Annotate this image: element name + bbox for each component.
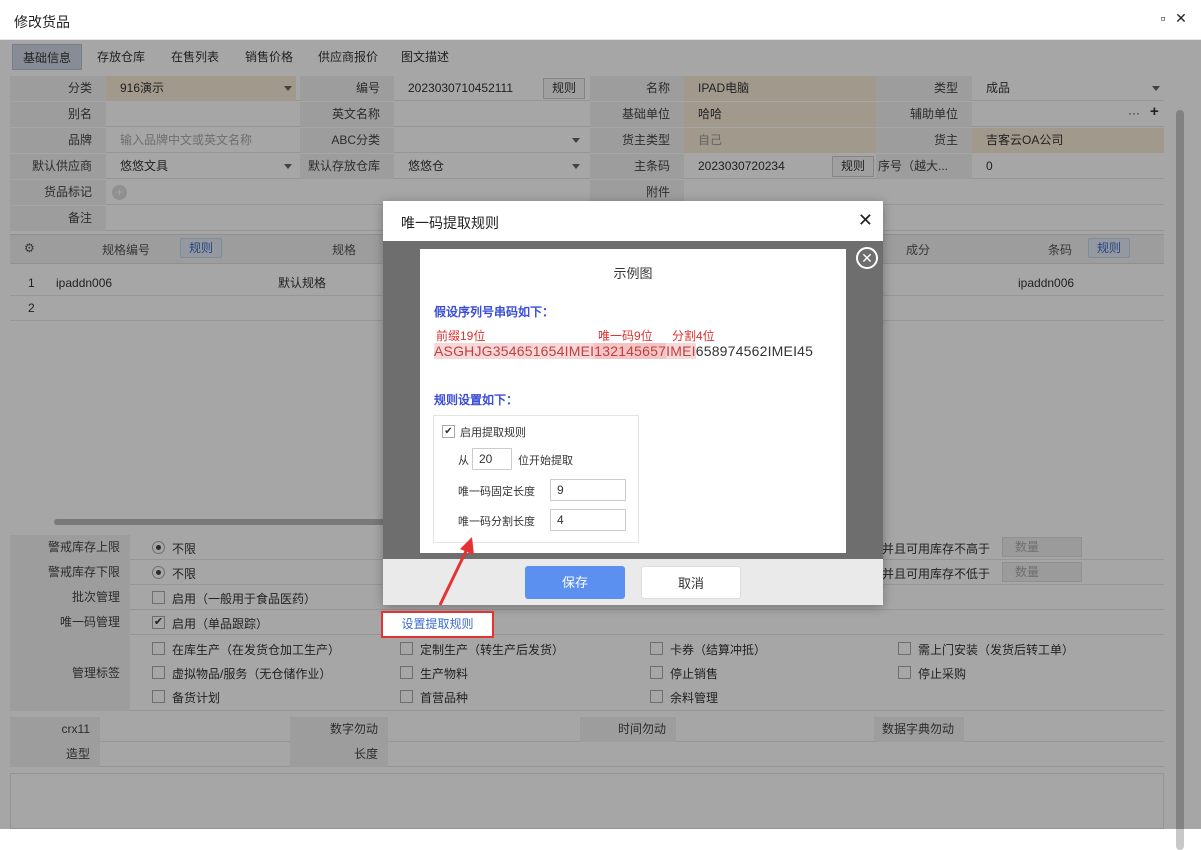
serial-rest: 658974562IMEI45 <box>695 343 814 359</box>
serial-example: ASGHJG354651654IMEI132145657IMEI65897456… <box>434 343 813 359</box>
enable-text: 启用提取规则 <box>460 427 526 439</box>
cancel-button[interactable]: 取消 <box>641 566 741 599</box>
fixed-len-input: 9 <box>550 479 626 501</box>
assume-text: 假设序列号串码如下： <box>434 305 555 319</box>
save-button[interactable]: 保存 <box>525 566 625 599</box>
fixed-len-label: 唯一码固定长度 <box>458 486 535 498</box>
dialog-title: 唯一码提取规则 <box>401 215 499 231</box>
serial-prefix: ASGHJG354651654IMEI <box>434 343 595 359</box>
split-len-input: 4 <box>550 509 626 531</box>
dialog-header: 唯一码提取规则 ✕ <box>383 201 883 241</box>
rules-title: 规则设置如下： <box>434 393 519 407</box>
enable-checkbox: ✔ <box>442 425 455 438</box>
close-icon[interactable]: ✕ <box>1172 9 1190 27</box>
example-title: 示例图 <box>613 266 653 281</box>
serial-unique: 132145657 <box>594 343 667 359</box>
close-example-icon[interactable]: ✕ <box>856 247 878 269</box>
from-input: 20 <box>472 448 512 470</box>
from-text: 从 <box>458 455 469 467</box>
prefix-note: 前缀19位 <box>436 329 486 343</box>
window-titlebar: 修改货品 ▫ ✕ <box>0 0 1201 40</box>
split-len-label: 唯一码分割长度 <box>458 516 535 528</box>
close-icon[interactable]: ✕ <box>858 210 873 231</box>
maximize-icon[interactable]: ▫ <box>1154 9 1172 27</box>
example-image: 示例图 假设序列号串码如下： 前缀19位 唯一码9位 分割4位 ASGHJG35… <box>420 249 846 553</box>
from-suffix: 位开始提取 <box>518 455 573 467</box>
split-note: 分割4位 <box>672 329 715 343</box>
serial-split: IMEI <box>666 343 696 359</box>
red-arrow-annotation <box>438 537 474 606</box>
window-title: 修改货品 <box>14 14 70 30</box>
rules-box: ✔ 启用提取规则 从 20 位开始提取 唯一码固定长度 9 唯一码分割长度 4 <box>433 415 639 543</box>
set-extract-rule-button[interactable]: 设置提取规则 <box>381 611 494 638</box>
unique-note: 唯一码9位 <box>598 329 653 343</box>
